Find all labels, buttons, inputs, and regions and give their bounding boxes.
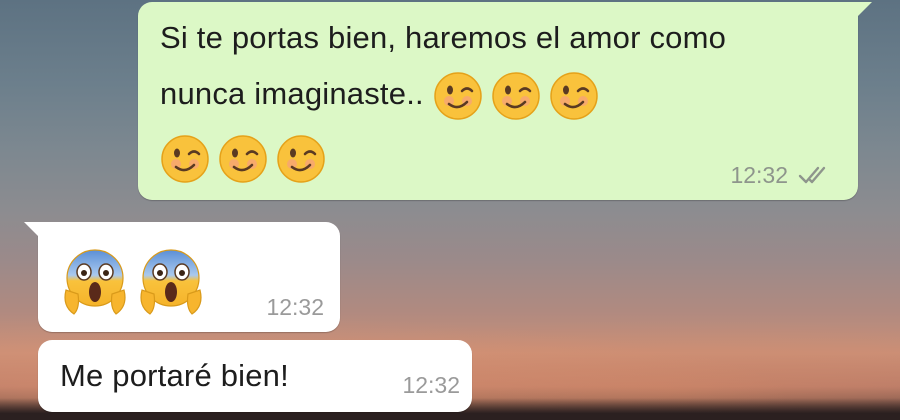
double-check-icon xyxy=(798,164,832,186)
winking-face-emoji xyxy=(549,71,599,121)
incoming-message-bubble[interactable]: Me portaré bien! 12:32 xyxy=(38,340,472,412)
outgoing-message-bubble[interactable]: Si te portas bien, haremos el amor como … xyxy=(138,2,872,200)
face-screaming-in-fear-emoji xyxy=(60,246,130,318)
winking-face-emoji xyxy=(491,71,541,121)
message-text: Si te portas bien, haremos el amor como … xyxy=(160,10,820,122)
winking-face-emoji xyxy=(276,134,326,184)
face-screaming-in-fear-emoji xyxy=(136,246,206,318)
message-text: Me portaré bien! xyxy=(60,358,289,393)
message-timestamp: 12:32 xyxy=(402,372,460,398)
emoji-row xyxy=(60,246,212,323)
incoming-message-bubble[interactable]: 12:32 xyxy=(24,222,340,332)
message-timestamp: 12:32 xyxy=(730,162,788,188)
winking-face-emoji xyxy=(160,134,210,184)
message-timestamp: 12:32 xyxy=(266,294,324,320)
winking-face-emoji xyxy=(218,134,268,184)
emoji-row xyxy=(160,134,334,184)
winking-face-emoji xyxy=(433,71,483,121)
